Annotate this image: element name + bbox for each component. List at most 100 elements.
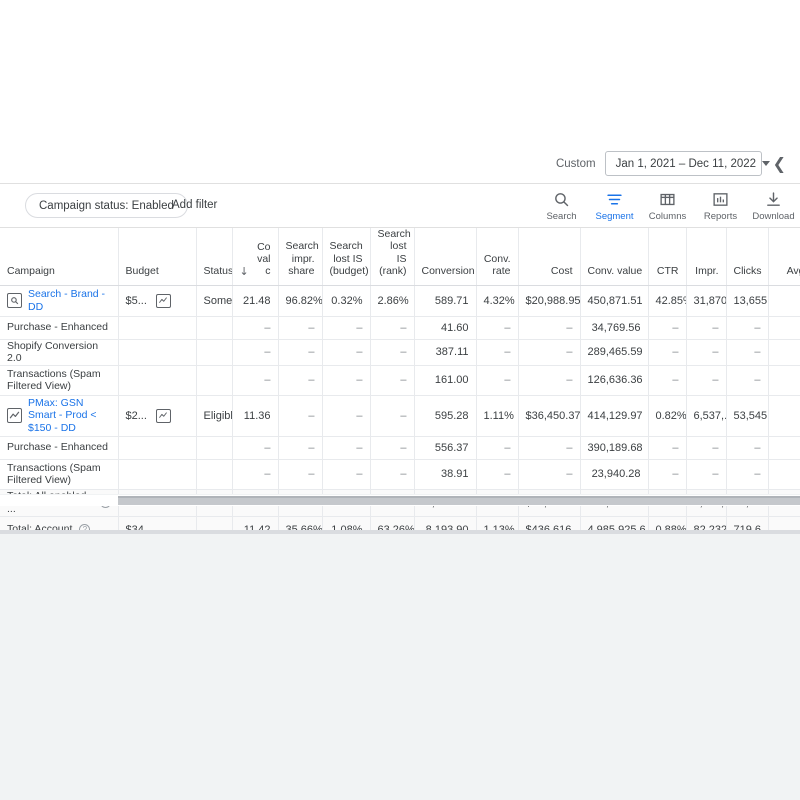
tool-columns-label: Columns [649,211,687,222]
col-label-ctr: CTR [657,265,679,277]
col-header-conv-value-per-cost[interactable]: ↓ Co val c [232,228,278,285]
tool-download[interactable]: Download [747,190,800,222]
col-label-impr: Impr. [695,265,718,277]
table-row-conversion-segment[interactable]: Shopify Conversion 2.0––––387.11––289,46… [0,339,800,365]
col-header-clicks[interactable]: Clicks [726,228,768,285]
cell-conversion: 595.28 [414,395,476,436]
table-row-conversion-segment[interactable]: Purchase - Enhanced––––41.60––34,769.56–… [0,316,800,339]
cell-cost: – [518,459,580,489]
col-header-search-impr-share[interactable]: Search impr. share [278,228,322,285]
horizontal-scrollbar-thumb[interactable] [118,496,800,505]
cell-searchis: – [278,339,322,365]
tool-search[interactable]: Search [535,190,588,222]
col-header-campaign[interactable]: Campaign [0,228,118,285]
cell-conversion: 161.00 [414,365,476,395]
cell-campaign: Search - Brand - DD [0,285,118,316]
cell-conversion: 556.37 [414,436,476,459]
cell-avgcpc: – [768,436,800,459]
cell-status [196,459,232,489]
cell-cost: $436,616... [518,516,580,530]
cell-searchis: – [278,365,322,395]
cell-lostrank: 63.26% [370,516,414,530]
cell-impr: 31,870 [686,285,726,316]
date-preset-label: Custom [556,158,596,170]
cell-conversion: 589.71 [414,285,476,316]
cell-ctr: – [648,339,686,365]
columns-icon [659,190,676,208]
cell-conversion: 38.91 [414,459,476,489]
chevron-down-icon [762,161,770,166]
tool-segment[interactable]: Segment [588,190,641,222]
table-row-conversion-segment[interactable]: Transactions (Spam Filtered View)––––161… [0,365,800,395]
cell-cost: – [518,436,580,459]
segment-label: Transactions (Spam Filtered View) [7,368,101,393]
cell-impr: – [686,459,726,489]
col-header-cost[interactable]: Cost [518,228,580,285]
cell-lostrank: – [370,395,414,436]
table-row-campaign[interactable]: PMax: GSN Smart - Prod < $150 - DD $2... E… [0,395,800,436]
col-header-search-lost-is-rank[interactable]: Search lost IS (rank) [370,228,414,285]
budget-value[interactable]: $2... [126,410,147,422]
filter-chip-campaign-status[interactable]: Campaign status: Enabled [25,193,188,218]
cell-clicks: 13,655 [726,285,768,316]
cell-campaign: Purchase - Enhanced [0,436,118,459]
table-row-campaign[interactable]: Search - Brand - DD$5...Some a21.4896.82… [0,285,800,316]
cell-cost: – [518,339,580,365]
col-label-search-impr-share: Search impr. share [286,240,315,277]
cell-searchis: 35.66% [278,516,322,530]
table-row-conversion-segment[interactable]: Purchase - Enhanced––––556.37––390,189.6… [0,436,800,459]
col-label-conv-rate: Conv. rate [484,253,511,278]
cell-status[interactable]: Some a [196,285,232,316]
col-header-conv-rate[interactable]: Conv. rate [476,228,518,285]
total-row-label: Total: Account [7,523,72,530]
tool-reports[interactable]: Reports [694,190,747,222]
col-header-avg-cpc[interactable]: Avg. CPC [768,228,800,285]
tool-segment-label: Segment [595,211,633,222]
col-header-status[interactable]: Status [196,228,232,285]
cell-searchis: – [278,459,322,489]
segment-label: Purchase - Enhanced [7,321,108,333]
cell-clicks: – [726,339,768,365]
chevron-left-icon[interactable]: ❮ [773,156,786,172]
cell-impr: – [686,316,726,339]
col-header-impr[interactable]: Impr. [686,228,726,285]
cell-avgcpc: – [768,459,800,489]
cell-avgcpc: – [768,365,800,395]
cell-avgcpc: $0.68 [768,395,800,436]
campaign-name-link[interactable]: Search - Brand - DD [28,288,111,313]
col-header-conv-value[interactable]: Conv. value [580,228,648,285]
cell-convvalue: 23,940.28 [580,459,648,489]
cell-clicks: – [726,365,768,395]
segment-icon [606,190,623,208]
table-row-conversion-segment[interactable]: Transactions (Spam Filtered View)––––38.… [0,459,800,489]
cell-cost: $36,450.37 [518,395,580,436]
campaigns-table: Campaign Budget Status ↓ Co val c [0,228,800,530]
cell-status[interactable]: Eligible [196,395,232,436]
cell-ctr: – [648,316,686,339]
cell-searchis: – [278,436,322,459]
tool-columns[interactable]: Columns [641,190,694,222]
date-range-picker[interactable]: Jan 1, 2021 – Dec 11, 2022 [605,151,762,176]
cell-ctr: – [648,459,686,489]
cell-lostbudget: – [322,395,370,436]
col-header-search-lost-is-budget[interactable]: Search lost IS (budget) [322,228,370,285]
table-row-total[interactable]: Total: Account?$34...11.4235.66%1.08%63.… [0,516,800,530]
cell-convrate: – [476,436,518,459]
cell-budget[interactable]: $34... [118,516,196,530]
col-header-budget[interactable]: Budget [118,228,196,285]
add-filter-button[interactable]: Add filter [172,199,217,211]
cell-budget[interactable]: $5... [118,285,196,316]
cell-impr: 6,537,... [686,395,726,436]
col-header-conversion[interactable]: Conversion [414,228,476,285]
cell-campaign: Total: Account? [0,516,118,530]
cell-convvalue: 34,769.56 [580,316,648,339]
budget-chart-icon[interactable] [156,409,171,423]
col-header-ctr[interactable]: CTR [648,228,686,285]
cell-status [196,516,232,530]
campaign-name-link[interactable]: PMax: GSN Smart - Prod < $150 - DD [28,397,111,435]
cell-budget[interactable]: $2... [118,395,196,436]
cell-convrate: – [476,316,518,339]
budget-chart-icon[interactable] [156,294,171,308]
col-label-cost: Cost [551,265,573,277]
budget-value[interactable]: $5... [126,295,147,307]
